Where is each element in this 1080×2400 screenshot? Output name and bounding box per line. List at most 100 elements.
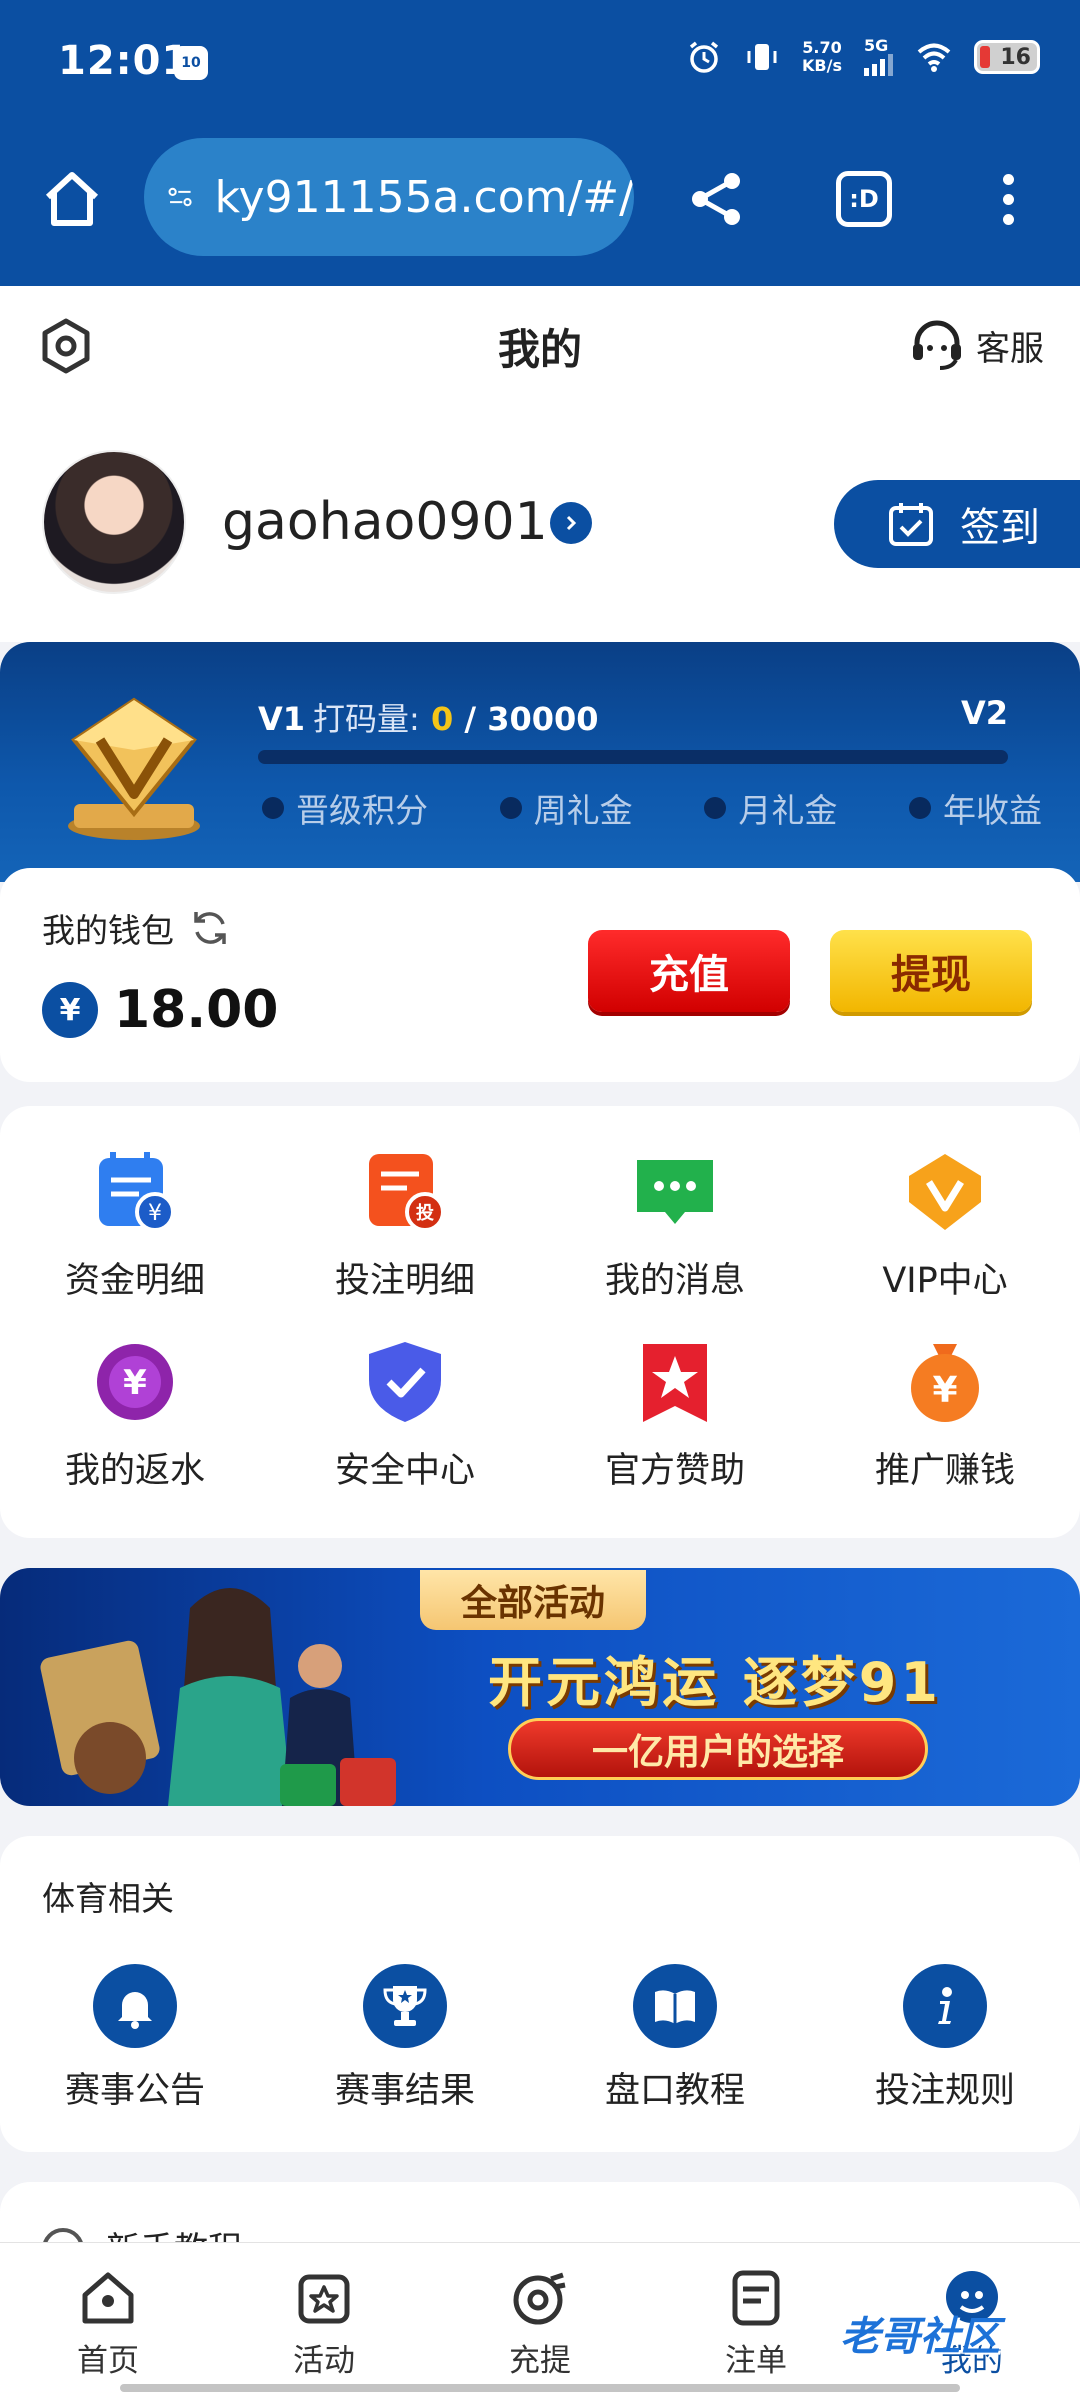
nav-bet-slip[interactable]: 注单 — [648, 2243, 864, 2400]
betting-rules-item[interactable]: 投注规则 — [810, 1964, 1080, 2113]
gesture-home-indicator[interactable] — [120, 2384, 960, 2392]
avatar[interactable] — [42, 450, 186, 594]
vibrate-icon — [747, 44, 777, 70]
url-text: ky911155a.com/#/ — [214, 171, 634, 223]
wallet-card: 我的钱包 ¥ 18.00 充值 提现 — [0, 868, 1080, 1082]
shield-icon — [369, 1342, 441, 1422]
app-notification-icon: 10 — [174, 46, 208, 80]
wallet-balance: ¥ 18.00 — [42, 980, 278, 1040]
vip-badge-icon — [68, 697, 200, 840]
address-bar[interactable]: ky911155a.com/#/ — [144, 138, 634, 256]
activity-icon — [298, 2274, 350, 2324]
fund-details-item[interactable]: ¥ 资金明细 — [0, 1146, 270, 1336]
cellular-signal-icon: 5G — [864, 38, 894, 76]
sports-section: 体育相关 赛事公告 赛事结果 盘口教程 投注规则 — [0, 1836, 1080, 2152]
wifi-icon — [917, 43, 951, 72]
sports-grid: 赛事公告 赛事结果 盘口教程 投注规则 — [0, 1964, 1080, 2113]
promo-artwork-image — [40, 1588, 396, 1806]
customer-service-label: 客服 — [976, 328, 1044, 369]
browser-menu-button[interactable] — [980, 163, 1036, 235]
vip-center-icon — [909, 1154, 981, 1230]
refresh-icon[interactable] — [190, 908, 230, 948]
match-announcement-item[interactable]: 赛事公告 — [0, 1964, 270, 2113]
banner-slogan: 一亿用户的选择 — [508, 1718, 928, 1780]
vip-card[interactable]: V1 打码量: 0 / 30000 V2 晋级积分 周礼金 月礼金 年收益 — [0, 642, 1080, 882]
profile-section: gaohao0901 签到 — [0, 406, 1080, 642]
tabs-button[interactable]: :D — [828, 163, 900, 235]
bet-slip-icon — [732, 2270, 780, 2326]
banner-title: 开元鸿运 逐梦91 — [488, 1651, 942, 1714]
all-activities-tag[interactable]: 全部活动 — [420, 1570, 646, 1630]
browser-home-button[interactable] — [36, 163, 108, 235]
calendar-check-icon — [889, 503, 933, 546]
nav-activity[interactable]: 活动 — [216, 2243, 432, 2400]
vip-wager-current: 0 — [430, 700, 454, 738]
vip-wager-progress-text: V1 打码量: 0 / 30000 — [258, 700, 599, 738]
wallet-title: 我的钱包 — [42, 904, 230, 952]
profile-detail-button[interactable] — [550, 502, 592, 544]
checkin-button[interactable]: 签到 — [834, 480, 1080, 568]
svg-text:¥: ¥ — [148, 1201, 162, 1226]
home-icon — [82, 2272, 134, 2324]
bet-details-icon: 投 — [369, 1154, 445, 1232]
rebate-icon: ¥ — [97, 1344, 173, 1420]
vip-benefit-annual-income: 年收益 — [908, 784, 1042, 832]
vip-benefit-monthly-gift: 月礼金 — [704, 784, 837, 832]
sports-section-title: 体育相关 — [42, 1879, 174, 1918]
vip-next-level: V2 — [960, 694, 1008, 732]
alarm-icon — [689, 41, 719, 73]
star-ribbon-icon — [643, 1344, 707, 1422]
vip-progress-bar — [258, 750, 1008, 764]
svg-text:¥: ¥ — [123, 1363, 147, 1403]
info-icon — [903, 1964, 987, 2048]
home-outline-icon — [45, 172, 99, 226]
svg-text:投: 投 — [416, 1202, 434, 1224]
battery-icon: 16 — [974, 40, 1040, 74]
official-sponsor-item[interactable]: 官方赞助 — [540, 1336, 810, 1526]
bet-details-item[interactable]: 投 投注明细 — [270, 1146, 540, 1336]
rebate-item[interactable]: ¥ 我的返水 — [0, 1336, 270, 1526]
customer-service-button[interactable]: 客服 — [908, 316, 1044, 374]
odds-tutorial-item[interactable]: 盘口教程 — [540, 1964, 810, 2113]
deposit-withdraw-icon — [513, 2272, 566, 2325]
headset-icon — [913, 320, 961, 370]
vip-benefit-upgrade-points: 晋级积分 — [262, 784, 428, 832]
tab-switcher-icon: :D — [836, 171, 892, 227]
bell-icon — [93, 1964, 177, 2048]
network-speed: 5.70 KB/s — [802, 38, 842, 75]
site-settings-icon — [168, 187, 192, 207]
status-time: 12:01 — [58, 38, 191, 84]
trophy-icon — [363, 1964, 447, 2048]
checkin-label: 签到 — [960, 505, 1040, 551]
fund-details-icon: ¥ — [99, 1152, 175, 1232]
message-icon — [637, 1160, 713, 1224]
security-center-item[interactable]: 安全中心 — [270, 1336, 540, 1526]
svg-text:¥: ¥ — [932, 1370, 957, 1411]
quick-menu-grid: ¥ 资金明细 投 投注明细 我的消息 VIP中心 ¥ 我的返水 安全中心 官方赞… — [0, 1106, 1080, 1538]
chevron-right-icon — [566, 515, 577, 531]
username[interactable]: gaohao0901 — [222, 492, 548, 552]
vip-benefits: 晋级积分 周礼金 月礼金 年收益 — [262, 784, 1042, 832]
page-header: 我的 客服 — [0, 286, 1080, 406]
status-indicators: 5.70 KB/s 5G 16 — [686, 38, 1040, 76]
share-button[interactable] — [680, 163, 752, 235]
withdraw-button[interactable]: 提现 — [830, 930, 1032, 1012]
browser-toolbar: ky911155a.com/#/ :D — [0, 128, 1080, 286]
share-icon — [692, 173, 740, 225]
messages-item[interactable]: 我的消息 — [540, 1146, 810, 1336]
balance-amount: 18.00 — [114, 980, 279, 1040]
nav-home[interactable]: 首页 — [0, 2243, 216, 2400]
match-results-item[interactable]: 赛事结果 — [270, 1964, 540, 2113]
nav-deposit-withdraw[interactable]: 充提 — [432, 2243, 648, 2400]
currency-icon: ¥ — [42, 982, 98, 1038]
book-icon — [633, 1964, 717, 2048]
watermark-logo: 老哥社区 — [840, 2314, 1000, 2360]
vip-center-item[interactable]: VIP中心 — [810, 1146, 1080, 1336]
status-bar: 12:01 10 5.70 KB/s 5G 16 — [0, 0, 1080, 128]
vip-benefit-weekly-gift: 周礼金 — [499, 784, 633, 832]
vip-wager-target: / 30000 — [464, 700, 599, 738]
promo-banner[interactable]: 全部活动 开元鸿运 逐梦91 一亿用户的选择 — [0, 1568, 1080, 1806]
referral-earn-item[interactable]: ¥ 推广赚钱 — [810, 1336, 1080, 1526]
vip-current-level: V1 — [258, 700, 306, 738]
deposit-button[interactable]: 充值 — [588, 930, 790, 1012]
